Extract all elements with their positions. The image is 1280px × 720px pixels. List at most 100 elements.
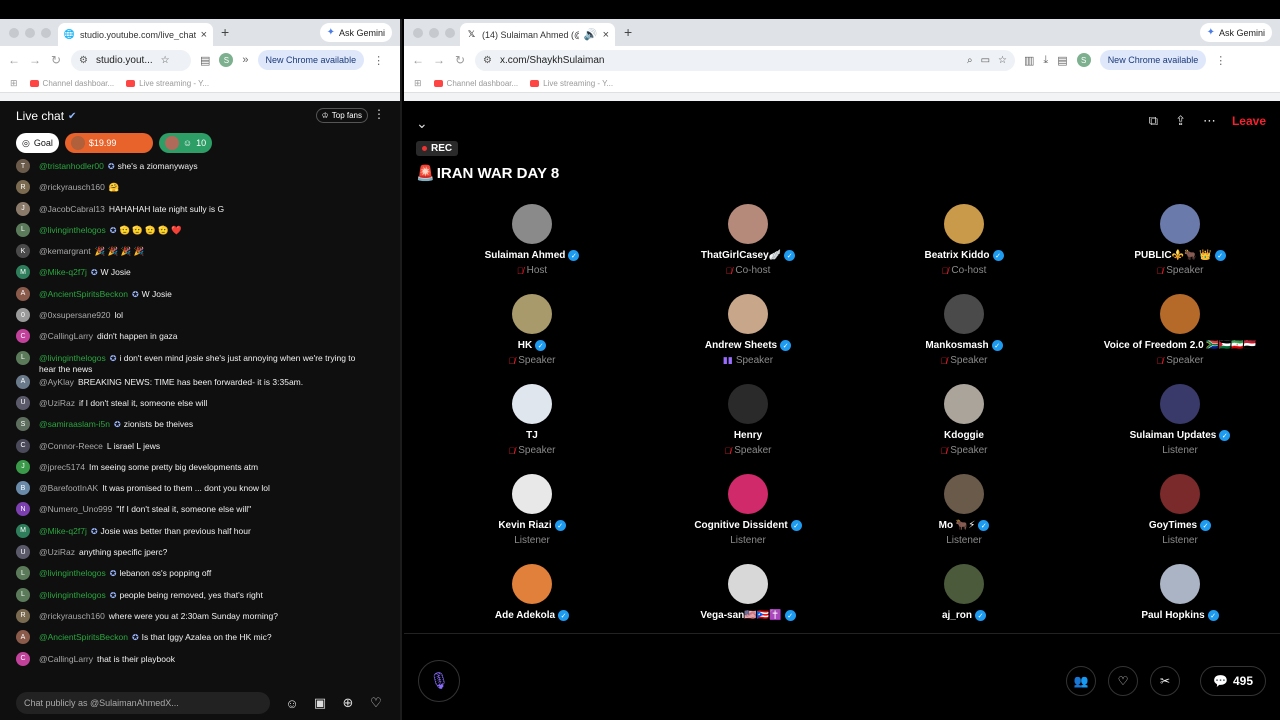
avatar[interactable] [512, 384, 552, 424]
share-icon[interactable]: ⇪ [1175, 113, 1186, 129]
chat-message[interactable]: L @livinginthelogos ✪ i don't even mind jos… [16, 350, 400, 375]
avatar[interactable]: A [16, 630, 30, 645]
chat-message[interactable]: M @Mike-q2f7j ✪ Josie was better than previ… [16, 523, 400, 545]
top-fans-button[interactable]: ♔ Top fans [315, 108, 368, 123]
site-settings-icon[interactable]: ⚙ [483, 55, 492, 66]
avatar[interactable] [728, 564, 768, 604]
chat-message[interactable]: C @Connor-Reece L israel L jews [16, 438, 400, 460]
avatar[interactable] [1160, 204, 1200, 244]
new-chrome-available-button[interactable]: New Chrome available [257, 50, 365, 70]
more-icon[interactable]: ⋯ [1203, 113, 1216, 129]
apps-grid-icon[interactable]: ⊞ [414, 78, 422, 89]
avatar[interactable] [512, 294, 552, 334]
space-participant[interactable]: Kevin Riazi ✓ Listener [424, 474, 640, 564]
tab-youtube-studio[interactable]: 🌐 studio.youtube.com/live_chat × [58, 23, 213, 46]
star-icon[interactable]: ☆ [998, 55, 1007, 66]
chat-username[interactable]: @UziRaz [39, 547, 75, 557]
avatar[interactable] [1160, 564, 1200, 604]
chat-username[interactable]: @livinginthelogos [39, 353, 106, 363]
chat-username[interactable]: @AncientSpiritsBeckon [39, 632, 128, 642]
avatar[interactable] [944, 294, 984, 334]
avatar[interactable]: T [16, 159, 30, 173]
space-participant[interactable]: PUBLIC⚜️🐂 👑 ✓ 🎙̸ Speaker [1072, 204, 1280, 294]
ask-gemini-button[interactable]: ✦ Ask Gemini [1199, 23, 1272, 42]
close-icon[interactable]: × [603, 29, 609, 41]
chat-message[interactable]: L @livinginthelogos ✪ 🫡 🫡 🫡 🫡 ❤️ [16, 222, 400, 244]
menu-icon[interactable]: ⋮ [1215, 54, 1226, 67]
replies-button[interactable]: 💬 495 [1200, 666, 1266, 696]
profile-avatar[interactable]: S [219, 53, 234, 67]
avatar[interactable] [1160, 384, 1200, 424]
chat-message[interactable]: 0 @0xsupersane920 lol [16, 308, 400, 329]
chat-message[interactable]: A @AyKlay BREAKING NEWS: TIME has been for… [16, 374, 400, 396]
chevron-right-icon[interactable]: » [242, 54, 248, 66]
super-chat-icon[interactable]: ▣ [306, 695, 334, 711]
menu-icon[interactable]: ⋮ [373, 54, 384, 67]
avatar[interactable] [728, 294, 768, 334]
avatar[interactable] [1160, 294, 1200, 334]
avatar[interactable]: J [16, 201, 30, 216]
chat-username[interactable]: @livinginthelogos [39, 568, 106, 578]
address-bar[interactable]: ⚙ x.com/ShaykhSulaiman ⌕ ▭ ☆ [475, 49, 1015, 71]
zoom-icon[interactable]: ⌕ [967, 55, 973, 66]
new-chrome-available-button[interactable]: New Chrome available [1099, 50, 1207, 70]
apps-grid-icon[interactable]: ⊞ [10, 78, 18, 89]
chat-message[interactable]: J @JacobCabral13 HAHAHAH late night sully … [16, 201, 400, 223]
chat-message[interactable]: A @AncientSpiritsBeckon ✪ Is that Iggy Azal… [16, 630, 400, 651]
extensions-icon[interactable]: ▤ [200, 54, 210, 67]
avatar[interactable]: C [16, 329, 30, 344]
chat-message[interactable]: L @livinginthelogos ✪ lebanon os's popping … [16, 566, 400, 587]
space-participant[interactable]: Henry 🎙̸ Speaker [640, 384, 856, 474]
bookmark-live-streaming[interactable]: Live streaming - Y... [530, 79, 613, 88]
chat-message[interactable]: K @kemargrant 🎉 🎉 🎉 🎉 [16, 244, 400, 265]
avatar[interactable]: S [16, 417, 30, 432]
microphone-button[interactable]: 🎙 [418, 660, 460, 702]
forward-icon[interactable]: → [29, 53, 41, 67]
chat-message[interactable]: T @tristanhodler00 ✪ she's a ziomanyways [16, 159, 400, 180]
avatar[interactable]: C [16, 651, 30, 666]
chat-username[interactable]: @rickyrausch160 [39, 611, 105, 621]
chat-username[interactable]: @jprec5174 [39, 462, 85, 472]
space-participant[interactable]: GoyTimes ✓ Listener [1072, 474, 1280, 564]
leave-button[interactable]: Leave [1232, 114, 1266, 128]
chat-username[interactable]: @UziRaz [39, 398, 75, 408]
members-pill[interactable]: ☺ 10 [158, 133, 213, 153]
space-participant[interactable]: Mo 🐂⚡ ✓ Listener [856, 474, 1072, 564]
chat-username[interactable]: @livinginthelogos [39, 590, 106, 600]
heart-icon[interactable]: ♡ [362, 695, 390, 711]
react-button[interactable]: ♡ [1108, 666, 1138, 696]
address-bar[interactable]: ⚙ studio.yout... ☆ [71, 49, 191, 71]
close-icon[interactable]: × [201, 29, 207, 41]
chat-message[interactable]: N @Numero_Uno999 "If I don't steal it, som… [16, 502, 400, 523]
avatar[interactable]: M [16, 523, 30, 538]
bookmark-channel-dashboard[interactable]: Channel dashboar... [433, 79, 518, 88]
chat-message[interactable]: J @jprec5174 Im seeing some pretty big dev… [16, 459, 400, 481]
avatar[interactable] [512, 474, 552, 514]
star-icon[interactable]: ☆ [161, 55, 170, 66]
avatar[interactable]: L [16, 350, 30, 365]
chat-username[interactable]: @JacobCabral13 [39, 204, 105, 214]
chat-message[interactable]: L @livinginthelogos ✪ people being removed,… [16, 587, 400, 609]
avatar[interactable]: R [16, 608, 30, 623]
site-settings-icon[interactable]: ⚙ [79, 55, 88, 66]
avatar[interactable]: 0 [16, 308, 30, 323]
chat-username[interactable]: @tristanhodler00 [39, 161, 104, 171]
chat-username[interactable]: @AncientSpiritsBeckon [39, 289, 128, 299]
chat-username[interactable]: @Connor-Reece [39, 441, 103, 451]
avatar[interactable]: L [16, 222, 30, 237]
avatar[interactable]: J [16, 459, 30, 474]
chevron-down-icon[interactable]: ⌄ [416, 115, 428, 132]
chat-message[interactable]: R @rickyrausch160 🤗 [16, 180, 400, 201]
space-participant[interactable]: Beatrix Kiddo ✓ 🎙̸ Co-host [856, 204, 1072, 294]
avatar[interactable] [728, 204, 768, 244]
super-chat-pill[interactable]: $19.99 [64, 133, 153, 153]
new-tab-button[interactable]: + [624, 24, 632, 40]
space-participant[interactable]: Sulaiman Ahmed ✓ 🎙̸ Host [424, 204, 640, 294]
chat-input[interactable]: Chat publicly as @SulaimanAhmedX... [16, 692, 270, 714]
ask-gemini-button[interactable]: ✦ Ask Gemini [319, 23, 392, 42]
dock-icon[interactable]: ⧉ [1149, 113, 1158, 129]
avatar[interactable]: N [16, 502, 30, 517]
add-icon[interactable]: ⊕ [334, 695, 362, 711]
space-participant[interactable]: Kdoggie 🎙̸ Speaker [856, 384, 1072, 474]
chat-message[interactable]: M @Mike-q2f7j ✪ W Josie [16, 265, 400, 286]
